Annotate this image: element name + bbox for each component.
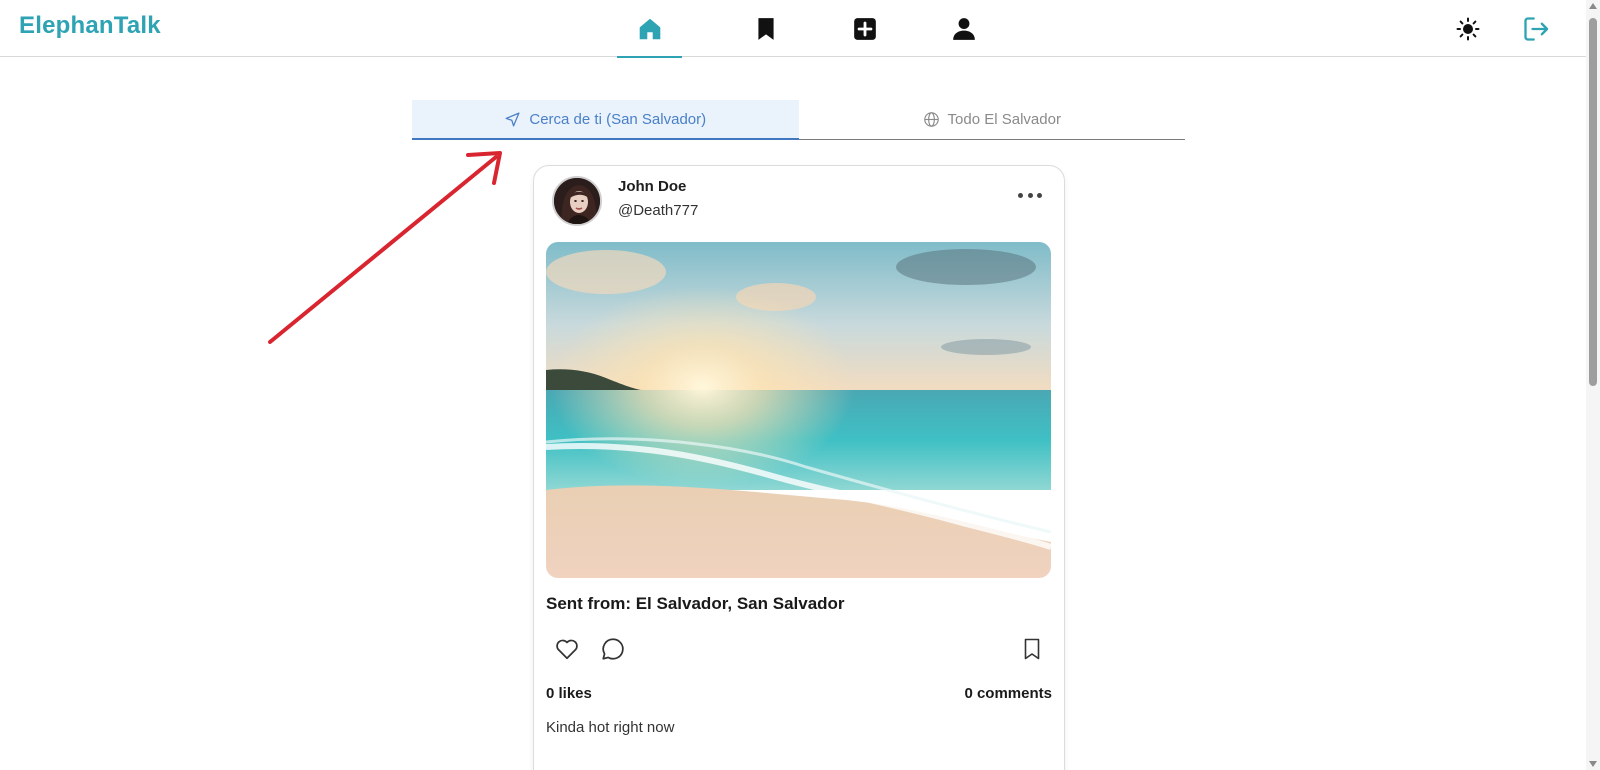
post-caption: Kinda hot right now xyxy=(546,719,675,736)
post-author-name[interactable]: John Doe xyxy=(618,178,686,195)
page-scrollbar[interactable] xyxy=(1586,0,1600,770)
scroll-up-arrow-icon[interactable] xyxy=(1589,3,1597,9)
bookmark-outline-icon xyxy=(1024,638,1040,660)
tab-nearby-label: Cerca de ti (San Salvador) xyxy=(529,110,707,128)
nav-create[interactable] xyxy=(815,0,914,57)
more-dot-icon xyxy=(1018,192,1023,198)
top-bar: ElephanTalk xyxy=(0,0,1586,58)
theme-toggle-button[interactable] xyxy=(1454,15,1482,43)
heart-icon xyxy=(556,639,578,660)
more-dot-icon xyxy=(1037,192,1042,198)
avatar[interactable] xyxy=(552,176,602,226)
feed-tabs: Cerca de ti (San Salvador) Todo El Salva… xyxy=(412,100,1185,140)
home-icon xyxy=(639,18,660,39)
annotation-arrow xyxy=(268,151,502,344)
logout-button[interactable] xyxy=(1522,15,1550,43)
post-image[interactable] xyxy=(546,242,1051,578)
scroll-down-arrow-icon[interactable] xyxy=(1589,761,1597,767)
top-actions xyxy=(1454,0,1550,57)
comments-count[interactable]: 0 comments xyxy=(964,685,1052,702)
like-button[interactable] xyxy=(554,636,580,662)
navigation-arrow-icon xyxy=(505,111,520,127)
user-icon xyxy=(952,17,975,40)
comment-icon xyxy=(602,638,624,660)
nav-profile[interactable] xyxy=(914,0,1013,57)
nav-saved[interactable] xyxy=(716,0,815,57)
save-post-button[interactable] xyxy=(1020,636,1044,662)
beach-photo xyxy=(546,242,1051,578)
scroll-thumb[interactable] xyxy=(1589,18,1597,386)
likes-count[interactable]: 0 likes xyxy=(546,685,592,702)
post-location-title: Sent from: El Salvador, San Salvador xyxy=(546,594,845,613)
post-author-handle: @Death777 xyxy=(618,202,699,219)
more-dot-icon xyxy=(1027,192,1033,198)
post-options-button[interactable] xyxy=(1018,188,1042,202)
plus-square-icon xyxy=(853,17,876,40)
sun-icon xyxy=(1456,17,1480,40)
post-card: John Doe @Death777 Sent from: El Salvado… xyxy=(533,165,1065,770)
tab-nearby[interactable]: Cerca de ti (San Salvador) xyxy=(412,100,799,140)
bookmark-icon xyxy=(757,17,774,40)
nav-home[interactable] xyxy=(617,0,682,58)
app-root: ElephanTalk Cerca de ti (San Salvador) T… xyxy=(0,0,1600,770)
globe-icon xyxy=(923,112,939,127)
tab-all-country-label: Todo El Salvador xyxy=(947,111,1061,128)
logout-icon xyxy=(1524,16,1549,41)
main-nav xyxy=(617,0,1013,58)
comment-button[interactable] xyxy=(600,636,626,662)
brand-logo[interactable]: ElephanTalk xyxy=(19,12,161,40)
avatar-image xyxy=(554,178,600,224)
tab-all-country[interactable]: Todo El Salvador xyxy=(799,100,1186,139)
